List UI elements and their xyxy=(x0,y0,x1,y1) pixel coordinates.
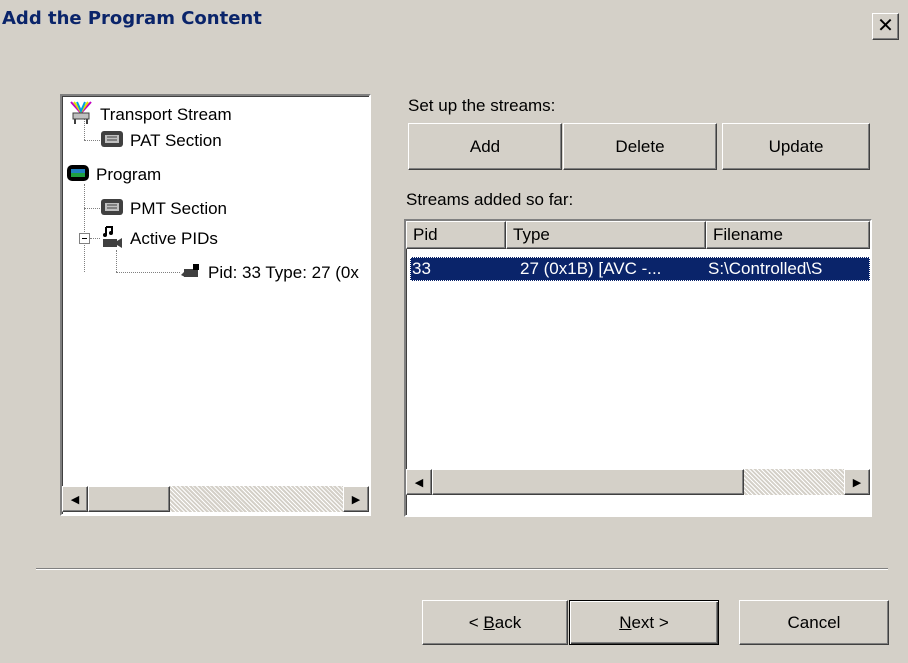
collapse-toggle[interactable] xyxy=(79,233,90,244)
section-icon xyxy=(100,129,124,154)
add-button[interactable]: Add xyxy=(408,123,562,170)
scroll-thumb[interactable] xyxy=(88,486,170,512)
streams-list[interactable]: Pid Type Filename 33 27 (0x1B) [AVC -...… xyxy=(404,219,872,517)
tree-item-label: Pid: 33 Type: 27 (0x xyxy=(208,263,359,282)
back-label-accelerator: B xyxy=(483,612,495,632)
tree-item-pmt-section[interactable]: PMT Section xyxy=(100,196,227,222)
arrow-left-icon: ◀ xyxy=(70,493,80,506)
streams-added-label: Streams added so far: xyxy=(406,190,574,209)
active-pids-icon xyxy=(100,225,124,254)
cell-pid: 33 xyxy=(412,259,431,278)
next-label-suffix: ext > xyxy=(631,612,669,632)
section-icon xyxy=(100,197,124,222)
tree-item-transport-stream[interactable]: Transport Stream xyxy=(68,100,232,131)
tree-item-label: PMT Section xyxy=(130,199,228,218)
back-label-prefix: < xyxy=(468,612,484,632)
update-button[interactable]: Update xyxy=(722,123,870,170)
scroll-right-button[interactable]: ▶ xyxy=(844,469,870,495)
tree-item-label: Active PIDs xyxy=(130,229,218,248)
program-tree[interactable]: Transport Stream PAT Section Program PMT… xyxy=(60,94,371,516)
tree-item-active-pids[interactable]: Active PIDs xyxy=(100,225,218,254)
arrow-right-icon: ▶ xyxy=(351,493,361,506)
scroll-left-button[interactable]: ◀ xyxy=(406,469,432,495)
list-horizontal-scrollbar[interactable]: ◀ ▶ xyxy=(406,469,870,495)
next-label-accelerator: N xyxy=(619,612,632,632)
back-label-suffix: ack xyxy=(494,612,522,632)
tree-item-pat-section[interactable]: PAT Section xyxy=(100,128,222,154)
delete-button[interactable]: Delete xyxy=(563,123,717,170)
pid-icon xyxy=(180,261,202,286)
column-header-type[interactable]: Type xyxy=(506,221,706,249)
arrow-right-icon: ▶ xyxy=(852,476,862,489)
tree-item-label: Program xyxy=(96,165,162,184)
scroll-left-button[interactable]: ◀ xyxy=(62,486,88,512)
scroll-thumb[interactable] xyxy=(432,469,744,495)
transport-stream-icon xyxy=(68,100,94,131)
arrow-left-icon: ◀ xyxy=(414,476,424,489)
scroll-right-button[interactable]: ▶ xyxy=(343,486,369,512)
tree-item-program[interactable]: Program xyxy=(66,164,161,186)
tree-item-label: PAT Section xyxy=(130,131,222,150)
footer-separator xyxy=(36,568,888,570)
program-icon xyxy=(66,162,90,189)
column-header-filename[interactable]: Filename xyxy=(706,221,870,249)
back-button[interactable]: < Back xyxy=(422,600,568,645)
setup-streams-label: Set up the streams: xyxy=(408,96,556,115)
next-button[interactable]: Next > xyxy=(569,600,719,645)
dialog-title: Add the Program Content xyxy=(2,8,262,29)
column-header-pid[interactable]: Pid xyxy=(406,221,506,249)
tree-horizontal-scrollbar[interactable]: ◀ ▶ xyxy=(62,486,369,512)
table-row[interactable]: 33 27 (0x1B) [AVC -... S:\Controlled\S xyxy=(410,257,870,281)
cell-filename: S:\Controlled\S xyxy=(708,259,823,278)
cancel-button[interactable]: Cancel xyxy=(739,600,889,645)
cell-type: 27 (0x1B) [AVC -... xyxy=(520,259,662,278)
close-button[interactable]: ✕ xyxy=(872,13,899,40)
title-bar: Add the Program Content ✕ xyxy=(0,0,908,46)
close-icon: ✕ xyxy=(877,15,894,37)
tree-item-pid[interactable]: Pid: 33 Type: 27 (0x xyxy=(180,260,359,286)
tree-item-label: Transport Stream xyxy=(100,105,232,124)
